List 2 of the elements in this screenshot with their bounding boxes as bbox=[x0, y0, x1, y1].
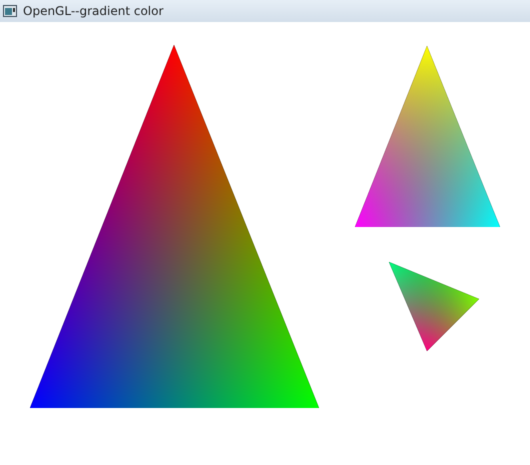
window-icon bbox=[3, 5, 17, 17]
window-title: OpenGL--gradient color bbox=[23, 4, 164, 18]
